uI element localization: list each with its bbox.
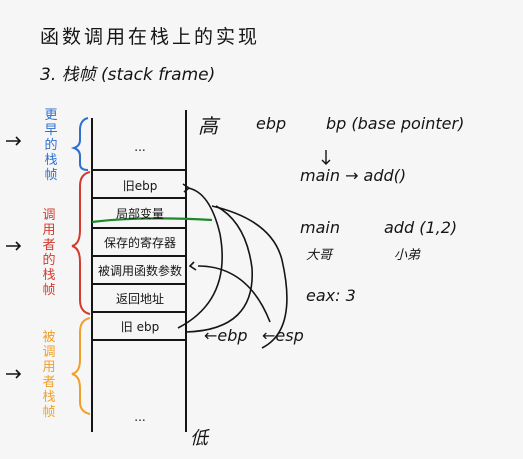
stack-cell-local-vars: 局部变量 (115, 207, 164, 221)
caller-frame-label: 调用者的栈帧 (42, 208, 56, 298)
page-subtitle: 3. 栈帧 (stack frame) (40, 65, 216, 85)
callee-frame-label: 被调用者栈帧 (42, 330, 56, 420)
high-label: 高 (198, 114, 218, 138)
brace-earlier-frame (70, 117, 89, 171)
bp-note: bp (base pointer) (326, 114, 465, 133)
stack-cell-old-ebp-2: 旧 ebp (120, 320, 160, 334)
ebp-arrow-label: ←ebp (204, 326, 248, 345)
add-call-label: add (1,2) (384, 218, 458, 237)
big-brother-label: 大哥 (306, 248, 333, 263)
stack-cell-return-address: 返回地址 (115, 292, 164, 306)
main-add-arrows (321, 150, 331, 165)
stack-cell-old-ebp-1: 旧ebp (122, 179, 158, 193)
page-title: 函数调用在栈上的实现 (40, 26, 261, 48)
brace-callee-frame (71, 317, 91, 415)
stack-cell-callee-args: 被调用函数参数 (97, 264, 182, 278)
low-label: 低 (190, 428, 208, 449)
earlier-frame-label: 更早的栈帧 (44, 108, 58, 183)
brace-caller-frame (71, 171, 91, 315)
left-arrows (6, 136, 22, 379)
ebp-header: ebp (256, 114, 287, 133)
eax-label: eax: 3 (306, 286, 356, 305)
main-to-add: main → add() (300, 166, 407, 185)
stack-dividers (92, 169, 186, 341)
esp-arrow-label: ←esp (262, 326, 304, 345)
pointer-curves (177, 183, 288, 349)
stack-cell-bottom-ellipsis: ... (134, 410, 146, 424)
main-label: main (300, 218, 340, 237)
little-brother-label: 小弟 (394, 248, 421, 263)
stack-cell-top-ellipsis: ... (134, 140, 146, 154)
stack-cell-saved-regs: 保存的寄存器 (103, 236, 176, 250)
